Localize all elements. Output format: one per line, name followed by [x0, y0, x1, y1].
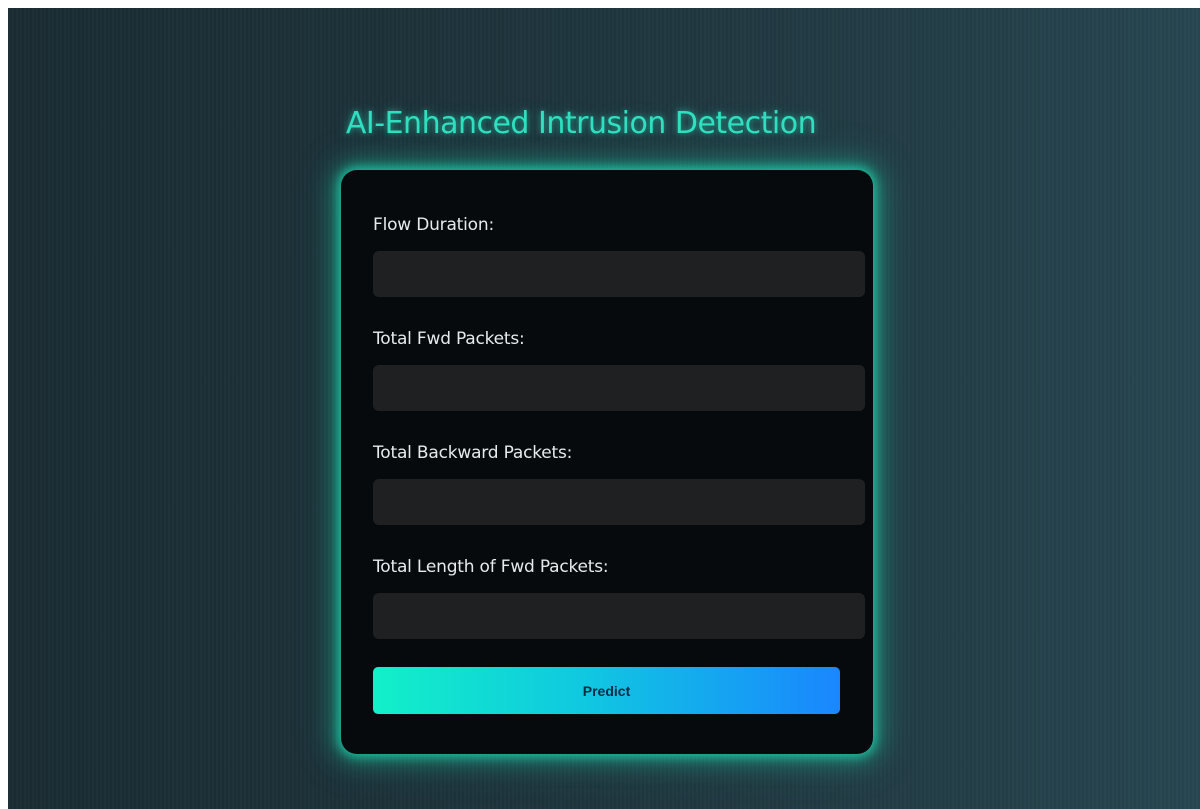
flow-duration-label: Flow Duration:	[373, 215, 494, 235]
total-fwd-packets-label: Total Fwd Packets:	[373, 329, 525, 349]
total-fwd-packets-input[interactable]	[373, 365, 865, 411]
prediction-form: Flow Duration: Total Fwd Packets: Total …	[341, 170, 873, 754]
total-length-fwd-packets-input[interactable]	[373, 593, 865, 639]
total-length-fwd-packets-label: Total Length of Fwd Packets:	[373, 557, 609, 577]
page-title: AI-Enhanced Intrusion Detection	[345, 106, 817, 141]
total-backward-packets-label: Total Backward Packets:	[373, 443, 573, 463]
total-backward-packets-input[interactable]	[373, 479, 865, 525]
predict-button[interactable]: Predict	[373, 667, 840, 714]
page-background: AI-Enhanced Intrusion Detection Flow Dur…	[8, 8, 1200, 809]
flow-duration-input[interactable]	[373, 251, 865, 297]
